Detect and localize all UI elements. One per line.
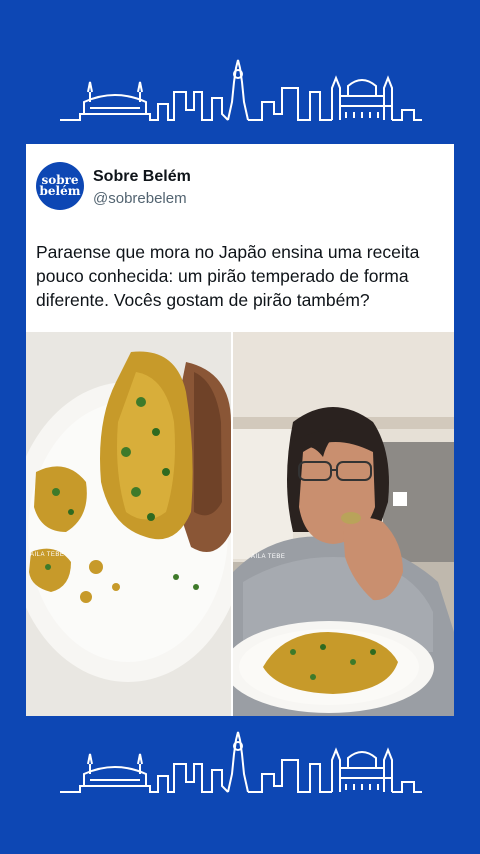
- post-card: sobre belém Sobre Belém @sobrebelem Para…: [26, 144, 454, 716]
- avatar-text-line2: belém: [39, 184, 81, 198]
- post-text-line: diferente. Vocês gostam de pirão também?: [36, 290, 370, 310]
- skyline-illustration-top: [60, 59, 422, 121]
- post-image-left[interactable]: AILA TEBE: [26, 332, 231, 716]
- account-handle[interactable]: @sobrebelem: [93, 190, 187, 207]
- post-text-line: Paraense que mora no Japão ensina uma re…: [36, 242, 420, 262]
- account-name[interactable]: Sobre Belém: [93, 168, 191, 186]
- girl-eating-photo: [233, 332, 454, 716]
- skyline-illustration-bottom: [60, 731, 422, 793]
- watermark-left: AILA TEBE: [30, 552, 65, 558]
- post-text-line: pouco conhecida: um pirão temperado de f…: [36, 266, 409, 286]
- post-image-right[interactable]: AILA TEBE: [233, 332, 454, 716]
- pirao-hand-photo: [26, 332, 231, 716]
- watermark-right: AILA TEBE: [251, 554, 286, 560]
- post-text: Paraense que mora no Japão ensina uma re…: [36, 240, 448, 312]
- account-avatar[interactable]: sobre belém: [36, 162, 84, 210]
